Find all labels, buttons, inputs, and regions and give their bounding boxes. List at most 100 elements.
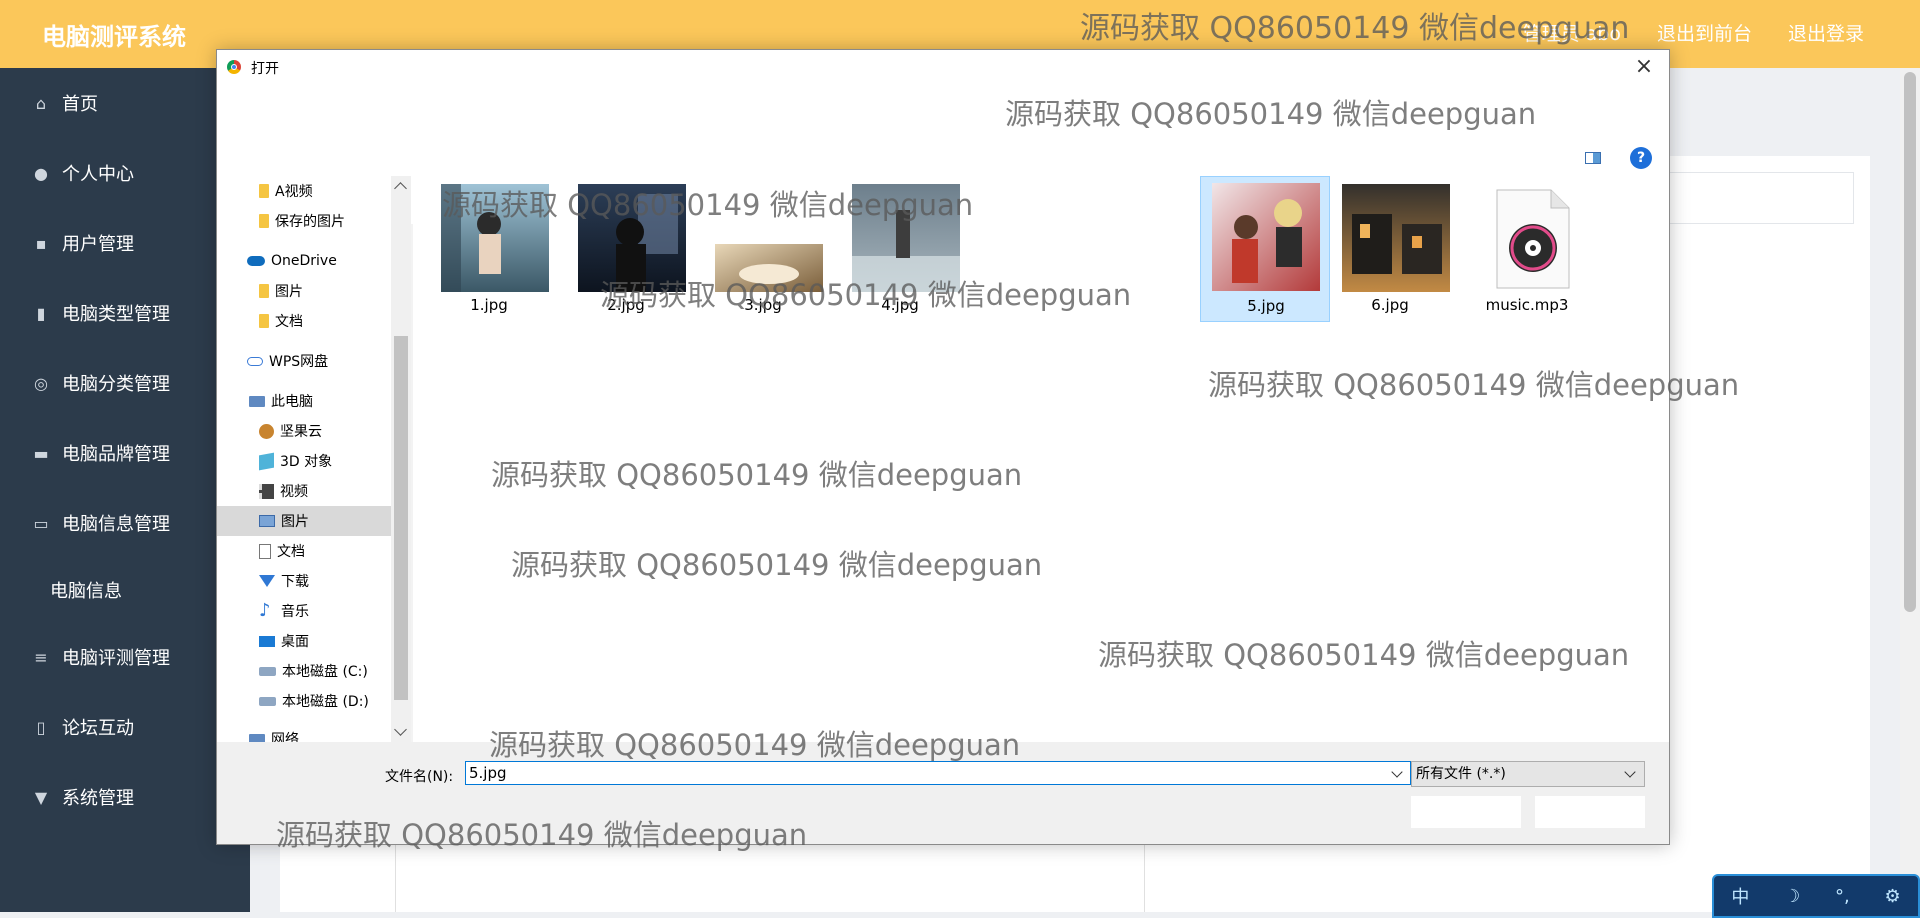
nav-item-label: OneDrive xyxy=(271,253,337,269)
exit-to-front-link[interactable]: 退出到前台 xyxy=(1657,19,1752,46)
nav-item-label: 视频 xyxy=(280,484,308,500)
logout-link[interactable]: 退出登录 xyxy=(1788,19,1864,46)
sidebar-item-profile[interactable]: ● 个人中心 xyxy=(0,138,250,208)
chrome-icon xyxy=(227,60,241,74)
nav-item-label: 网络 xyxy=(271,732,299,742)
file-item[interactable]: 2.jpg xyxy=(572,176,686,320)
document-icon xyxy=(259,543,271,559)
search-input[interactable] xyxy=(1640,172,1854,224)
folder-icon xyxy=(259,214,269,228)
chevron-down-icon xyxy=(1624,766,1636,778)
music-icon: ♪ xyxy=(259,600,271,621)
dialog-address-bar xyxy=(217,84,1669,160)
nav-item[interactable]: 下载 xyxy=(217,566,391,596)
sidebar-item-home[interactable]: ⌂ 首页 xyxy=(0,68,250,138)
sidebar-item-computer-review[interactable]: ≡ 电脑评测管理 xyxy=(0,622,250,692)
sidebar-item-label: 用户管理 xyxy=(62,234,134,255)
nav-item[interactable]: 保存的图片 xyxy=(217,206,391,236)
nav-item-label: 文档 xyxy=(277,544,305,560)
sidebar-item-system[interactable]: ▼ 系统管理 xyxy=(0,762,250,832)
nav-item[interactable]: 文档 xyxy=(217,306,391,336)
sidebar-subitem-computer-info[interactable]: 电脑信息 xyxy=(0,558,250,622)
sidebar-item-users[interactable]: ▪ 用户管理 xyxy=(0,208,250,278)
image-thumbnail xyxy=(852,184,960,292)
gear-icon[interactable]: ⚙ xyxy=(1884,886,1900,907)
nav-item[interactable]: 本地磁盘 (D:) xyxy=(217,686,391,716)
dialog-bottom-bar xyxy=(217,742,1669,844)
bell-off-icon: ◎ xyxy=(34,373,48,393)
nav-item-label: 桌面 xyxy=(281,634,309,650)
chat-icon: ▪ xyxy=(35,233,47,253)
picture-icon xyxy=(259,515,275,527)
nav-item-label: 音乐 xyxy=(281,604,309,620)
nav-item[interactable]: 本地磁盘 (C:) xyxy=(217,656,391,686)
scrollbar-thumb[interactable] xyxy=(394,336,408,700)
folder-icon xyxy=(259,184,269,198)
punctuation-icon[interactable]: °, xyxy=(1835,886,1850,907)
open-button[interactable] xyxy=(1411,796,1521,828)
file-item[interactable]: music.mp3 xyxy=(1473,176,1581,320)
file-list: 1.jpg 2.jpg 3.jpg 4.jpg 5.jpg 6.jpg musi… xyxy=(413,176,1669,742)
nav-item[interactable]: 桌面 xyxy=(217,626,391,656)
sidebar-item-computer-brand[interactable]: ▬ 电脑品牌管理 xyxy=(0,418,250,488)
nav-item-label: 图片 xyxy=(275,284,303,300)
nav-item[interactable]: 文档 xyxy=(217,536,391,566)
nav-item[interactable]: 网络 xyxy=(217,724,391,742)
image-thumbnail xyxy=(715,244,823,292)
nav-item[interactable]: 坚果云 xyxy=(217,416,391,446)
nav-item[interactable]: WPS网盘 xyxy=(217,346,391,376)
file-name: 6.jpg xyxy=(1371,296,1409,314)
page-scrollbar[interactable] xyxy=(1900,68,1920,912)
divider xyxy=(1144,845,1145,912)
wps-cloud-icon xyxy=(247,356,263,366)
scroll-down-icon[interactable] xyxy=(394,723,407,736)
ime-chinese-mode[interactable]: 中 xyxy=(1731,883,1749,909)
nav-item[interactable]: OneDrive xyxy=(217,246,391,276)
file-item-selected[interactable]: 5.jpg xyxy=(1200,176,1330,322)
pc-icon xyxy=(249,395,265,407)
admin-user-label: 管理员 abo xyxy=(1522,23,1621,45)
sidebar-item-computer-type[interactable]: ▮ 电脑类型管理 xyxy=(0,278,250,348)
filetype-select[interactable]: 所有文件 (*.*) xyxy=(1411,761,1645,787)
sidebar-item-computer-info[interactable]: ▭ 电脑信息管理 xyxy=(0,488,250,558)
sidebar-item-label: 论坛互动 xyxy=(62,718,134,739)
moon-icon[interactable]: ☽ xyxy=(1784,886,1800,907)
divider xyxy=(395,845,396,912)
nav-item-label: 文档 xyxy=(275,314,303,330)
filename-input[interactable]: 5.jpg xyxy=(465,761,1411,785)
sidebar-item-label: 电脑类型管理 xyxy=(62,304,170,325)
image-thumbnail xyxy=(1212,183,1320,291)
clipboard-icon: ▮ xyxy=(36,303,46,323)
nav-item[interactable]: ♪ 音乐 xyxy=(217,596,391,626)
disk-icon xyxy=(259,666,276,676)
nav-item[interactable]: 图片 xyxy=(217,276,391,306)
nav-item-label: 此电脑 xyxy=(271,394,313,410)
file-name: music.mp3 xyxy=(1485,296,1569,314)
preview-pane-icon[interactable] xyxy=(1585,152,1601,164)
file-item[interactable]: 1.jpg xyxy=(435,176,549,320)
nav-scrollbar[interactable] xyxy=(391,176,411,742)
desktop-icon xyxy=(259,635,275,647)
nav-item-selected[interactable]: 图片 xyxy=(217,506,391,536)
nav-item[interactable]: 视频 xyxy=(217,476,391,506)
sidebar-item-label: 电脑信息 xyxy=(50,581,122,602)
nav-item[interactable]: 此电脑 xyxy=(217,386,391,416)
nav-item[interactable]: A视频 xyxy=(217,176,391,206)
nav-item-label: 坚果云 xyxy=(280,424,322,440)
file-item[interactable]: 3.jpg xyxy=(709,176,823,320)
close-button[interactable]: × xyxy=(1629,52,1659,82)
cancel-button[interactable] xyxy=(1535,796,1645,828)
sidebar: ⌂ 首页 ● 个人中心 ▪ 用户管理 ▮ 电脑类型管理 ◎ 电脑分类管理 ▬ 电… xyxy=(0,68,250,912)
file-item[interactable]: 4.jpg xyxy=(846,176,960,320)
ime-toolbar[interactable]: 中 ☽ °, ⚙ xyxy=(1712,874,1920,918)
file-name: 5.jpg xyxy=(1247,297,1285,315)
file-item[interactable]: 6.jpg xyxy=(1336,176,1450,320)
sidebar-item-computer-category[interactable]: ◎ 电脑分类管理 xyxy=(0,348,250,418)
disk-icon xyxy=(259,696,276,706)
image-thumbnail xyxy=(1342,184,1450,292)
scroll-up-icon[interactable] xyxy=(394,182,407,195)
nav-item[interactable]: 3D 对象 xyxy=(217,446,391,476)
help-icon[interactable]: ? xyxy=(1630,147,1652,169)
scrollbar-thumb[interactable] xyxy=(1904,72,1916,612)
sidebar-item-forum[interactable]: ▯ 论坛互动 xyxy=(0,692,250,762)
